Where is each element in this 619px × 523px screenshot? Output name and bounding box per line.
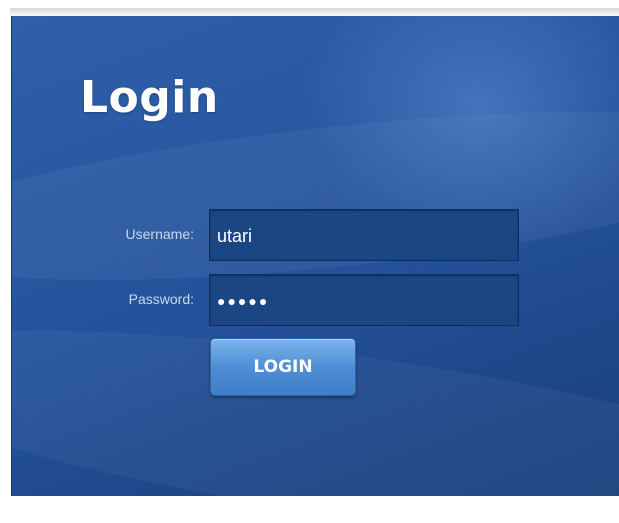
- username-input[interactable]: utari: [209, 209, 519, 261]
- login-title: Login: [80, 72, 219, 123]
- login-panel: Login Username: utari Password: ●●●●● LO…: [11, 16, 619, 496]
- login-button[interactable]: LOGIN: [210, 338, 356, 396]
- username-label: Username:: [125, 226, 194, 242]
- password-input[interactable]: ●●●●●: [209, 274, 519, 326]
- bottom-margin: [0, 496, 619, 523]
- login-screen: Login Username: utari Password: ●●●●● LO…: [0, 0, 619, 523]
- username-row: Username: utari: [12, 209, 619, 263]
- password-row: Password: ●●●●●: [12, 274, 619, 328]
- password-label: Password:: [128, 291, 194, 307]
